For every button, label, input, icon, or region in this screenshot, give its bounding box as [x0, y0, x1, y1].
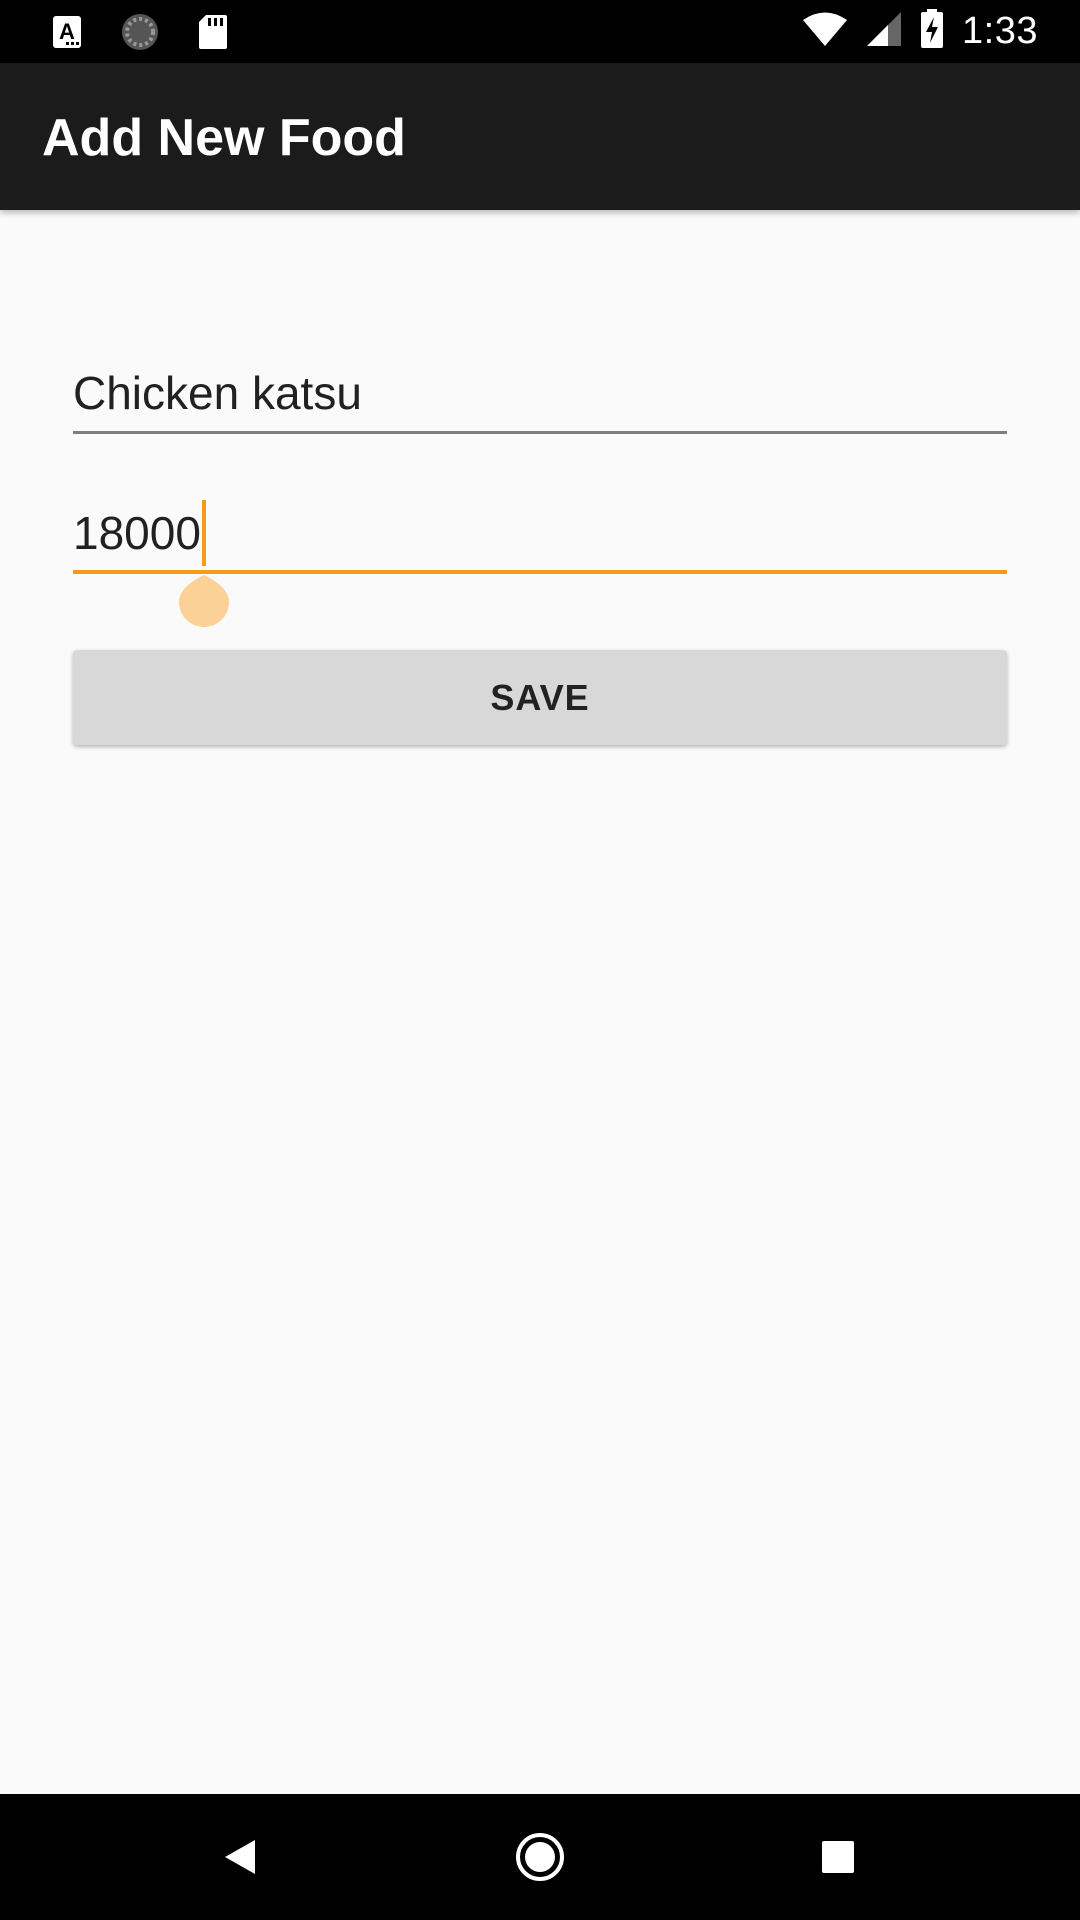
home-icon[interactable]: [500, 1794, 580, 1920]
notification-icons: A: [52, 12, 228, 57]
save-button[interactable]: SAVE: [73, 650, 1007, 745]
price-value: 18000: [73, 507, 201, 559]
app-bar: Add New Food: [0, 63, 1080, 210]
back-icon[interactable]: [200, 1794, 280, 1920]
text-cursor: [202, 500, 206, 566]
price-input[interactable]: 18000: [73, 500, 1007, 574]
status-time: 1:33: [962, 10, 1038, 52]
cursor-handle-icon[interactable]: [177, 573, 231, 628]
system-icons: 1:33: [802, 0, 1038, 63]
font-a-notification-icon: A: [52, 15, 82, 54]
food-name-input[interactable]: Chicken katsu: [73, 360, 1007, 434]
svg-text:A: A: [59, 19, 75, 44]
sd-card-icon: [198, 14, 228, 55]
screen: A 1:33 Add New Food Chicken katsu 18000 …: [0, 0, 1080, 1920]
food-name-value: Chicken katsu: [73, 367, 362, 419]
status-bar: A 1:33: [0, 0, 1080, 63]
page-title: Add New Food: [42, 109, 406, 167]
wifi-icon: [802, 11, 848, 52]
battery-charging-icon: [920, 9, 944, 54]
loading-spinner-icon: [120, 12, 160, 57]
cellular-signal-icon: [866, 11, 902, 52]
recents-icon[interactable]: [798, 1794, 878, 1920]
navigation-bar: [0, 1794, 1080, 1920]
